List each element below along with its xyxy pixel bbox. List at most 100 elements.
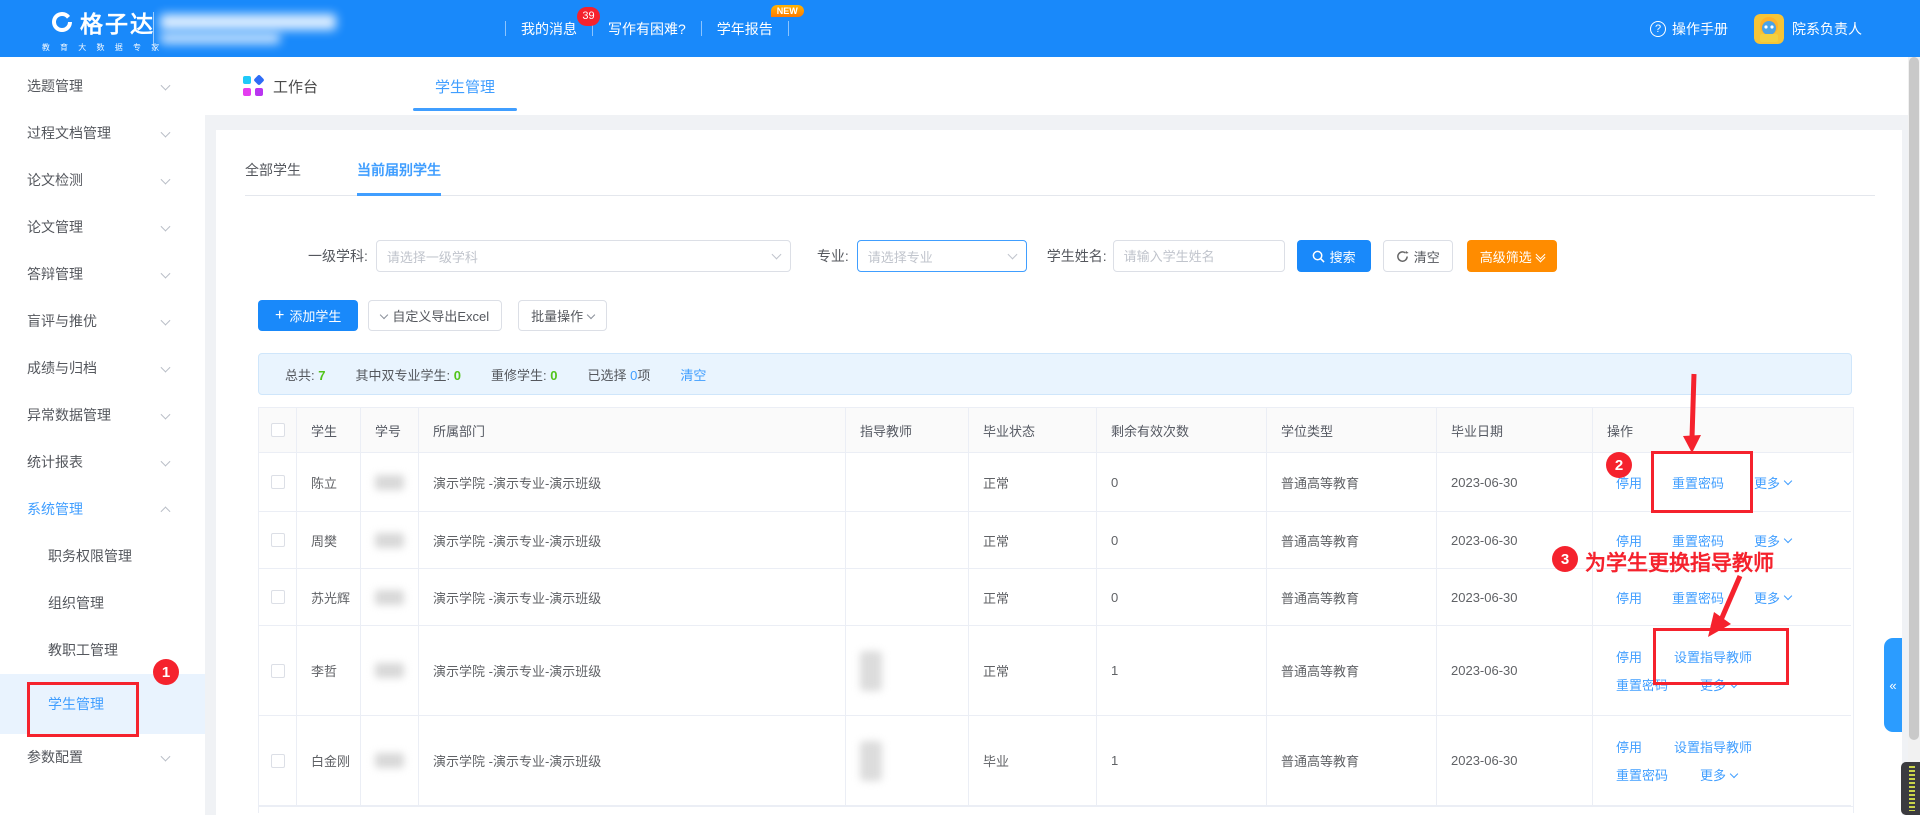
disable-link[interactable]: 停用 xyxy=(1616,588,1642,607)
refresh-icon xyxy=(1396,250,1409,263)
reset-password-link[interactable]: 重置密码 xyxy=(1616,675,1668,694)
set-advisor-link[interactable]: 设置指导教师 xyxy=(1674,647,1752,666)
redacted-teacher-name xyxy=(860,651,882,691)
student-table: 学生 学号 所属部门 指导教师 毕业状态 剩余有效次数 学位类型 毕业日期 操作… xyxy=(258,407,1854,813)
advanced-filter-button[interactable]: 高级筛选 xyxy=(1467,240,1557,272)
row-checkbox[interactable] xyxy=(271,754,285,768)
question-circle-icon: ? xyxy=(1650,21,1666,37)
add-student-button[interactable]: + 添加学生 xyxy=(258,300,358,331)
page: 格子达 教 育 大 数 据 专 家 我的消息 39 写作有困难? 学年报告 NE… xyxy=(0,0,1920,815)
reset-password-link[interactable]: 重置密码 xyxy=(1672,531,1724,550)
user-menu[interactable]: 院系负责人 xyxy=(1754,14,1862,44)
more-link[interactable]: 更多 xyxy=(1754,473,1791,492)
clear-button[interactable]: 清空 xyxy=(1383,240,1453,272)
more-link[interactable]: 更多 xyxy=(1754,531,1791,550)
selected-count: 已选择 0项 xyxy=(587,365,650,384)
student-name-label: 学生姓名: xyxy=(1047,246,1107,266)
disable-link[interactable]: 停用 xyxy=(1616,473,1642,492)
tab-student-mgmt[interactable]: 学生管理 xyxy=(413,62,517,111)
student-subtabs: 全部学生 当前届别学生 xyxy=(245,160,1875,196)
redacted-student-id xyxy=(375,753,404,768)
nav-my-messages[interactable]: 我的消息 39 xyxy=(506,19,592,39)
sidebar-item-thesis-mgmt[interactable]: 论文管理 xyxy=(0,204,205,251)
sidebar-item-process-doc-mgmt[interactable]: 过程文档管理 xyxy=(0,110,205,157)
chevron-down-icon xyxy=(161,174,171,184)
sidebar-item-blind-review[interactable]: 盲评与推优 xyxy=(0,298,205,345)
tab-workbench[interactable]: 工作台 xyxy=(243,76,318,97)
row-checkbox[interactable] xyxy=(271,590,285,604)
disable-link[interactable]: 停用 xyxy=(1616,531,1642,550)
subtab-current-cohort[interactable]: 当前届别学生 xyxy=(357,160,441,196)
chevron-down-icon xyxy=(1007,250,1017,260)
chevron-down-icon xyxy=(380,310,388,318)
redacted-student-id xyxy=(375,590,404,605)
sidebar-item-defense-mgmt[interactable]: 答辩管理 xyxy=(0,251,205,298)
redacted-student-id xyxy=(375,475,404,490)
logo-tagline: 教 育 大 数 据 专 家 xyxy=(42,42,163,53)
major-label: 专业: xyxy=(817,246,849,266)
row-checkbox[interactable] xyxy=(271,533,285,547)
row-checkbox[interactable] xyxy=(271,475,285,489)
table-row: 苏光辉 演示学院 -演示专业-演示班级 正常 0 普通高等教育 2023-06-… xyxy=(259,569,1853,626)
header-right: ? 操作手册 院系负责人 xyxy=(1650,0,1862,57)
chevron-down-icon xyxy=(161,409,171,419)
clear-selection-link[interactable]: 清空 xyxy=(680,365,706,384)
scrollbar-thumb[interactable] xyxy=(1909,57,1919,740)
sidebar-item-student-mgmt[interactable]: 学生管理 xyxy=(0,674,205,734)
tab-strip: 工作台 学生管理 xyxy=(205,57,1920,115)
disable-link[interactable]: 停用 xyxy=(1616,737,1642,756)
sidebar-item-statistics[interactable]: 统计报表 xyxy=(0,439,205,486)
major-select[interactable]: 请选择专业 xyxy=(857,240,1027,272)
batch-ops-button[interactable]: 批量操作 xyxy=(518,300,607,331)
avatar xyxy=(1754,14,1784,44)
subject-label: 一级学科: xyxy=(308,246,368,266)
sidebar-item-abnormal-data[interactable]: 异常数据管理 xyxy=(0,392,205,439)
plus-icon: + xyxy=(275,307,284,325)
sidebar-item-topic-mgmt[interactable]: 选题管理 xyxy=(0,63,205,110)
chevron-down-icon xyxy=(161,127,171,137)
redacted-student-id xyxy=(375,533,404,548)
sidebar-item-org-mgmt[interactable]: 组织管理 xyxy=(0,580,205,627)
nav-annual-report[interactable]: 学年报告 NEW xyxy=(702,19,788,39)
header-nav: 我的消息 39 写作有困难? 学年报告 NEW xyxy=(505,0,789,57)
sidebar-item-grades-archive[interactable]: 成绩与归档 xyxy=(0,345,205,392)
table-row: 白金刚 演示学院 -演示专业-演示班级 毕业 1 普通高等教育 2023-06-… xyxy=(259,716,1853,806)
sidebar-item-thesis-check[interactable]: 论文检测 xyxy=(0,157,205,204)
chevron-down-icon xyxy=(1730,769,1738,777)
workbench-grid-icon xyxy=(243,76,263,96)
sidebar-item-param-config[interactable]: 参数配置 xyxy=(0,734,205,781)
chevron-down-icon xyxy=(161,315,171,325)
table-row: 李哲 演示学院 -演示专业-演示班级 正常 1 普通高等教育 2023-06-3… xyxy=(259,626,1853,716)
role-label: 院系负责人 xyxy=(1792,19,1862,39)
reset-password-link[interactable]: 重置密码 xyxy=(1616,765,1668,784)
more-link[interactable]: 更多 xyxy=(1700,765,1737,784)
nav-writing-help[interactable]: 写作有困难? xyxy=(593,19,701,39)
action-bar: + 添加学生 自定义导出Excel 批量操作 xyxy=(258,300,1902,331)
set-advisor-link[interactable]: 设置指导教师 xyxy=(1674,737,1752,756)
more-link[interactable]: 更多 xyxy=(1700,675,1737,694)
reset-password-link[interactable]: 重置密码 xyxy=(1672,588,1724,607)
subject-select[interactable]: 请选择一级学科 xyxy=(376,240,791,272)
collapse-panel-tab[interactable]: « xyxy=(1884,638,1902,732)
sidebar-item-system-mgmt[interactable]: 系统管理 xyxy=(0,486,205,533)
page-scrollbar[interactable] xyxy=(1908,57,1920,815)
select-all-checkbox[interactable] xyxy=(271,423,285,437)
search-button[interactable]: 搜索 xyxy=(1297,240,1371,272)
chevron-down-icon xyxy=(771,250,781,260)
sidebar-item-staff-mgmt[interactable]: 教职工管理 xyxy=(0,627,205,674)
manual-link[interactable]: ? 操作手册 xyxy=(1650,19,1728,39)
disable-link[interactable]: 停用 xyxy=(1616,647,1642,666)
row-checkbox[interactable] xyxy=(271,664,285,678)
double-chevron-down-icon xyxy=(1537,251,1544,261)
search-icon xyxy=(1312,250,1325,263)
app-header: 格子达 教 育 大 数 据 专 家 我的消息 39 写作有困难? 学年报告 NE… xyxy=(0,0,1920,57)
reset-password-link[interactable]: 重置密码 xyxy=(1672,473,1724,492)
sidebar-item-role-permission[interactable]: 职务权限管理 xyxy=(0,533,205,580)
student-name-input[interactable] xyxy=(1113,240,1285,272)
chevron-down-icon xyxy=(1784,535,1792,543)
chevron-down-icon xyxy=(161,456,171,466)
more-link[interactable]: 更多 xyxy=(1754,588,1791,607)
chevron-down-icon xyxy=(161,221,171,231)
subtab-all-students[interactable]: 全部学生 xyxy=(245,160,301,195)
export-excel-button[interactable]: 自定义导出Excel xyxy=(368,300,502,331)
